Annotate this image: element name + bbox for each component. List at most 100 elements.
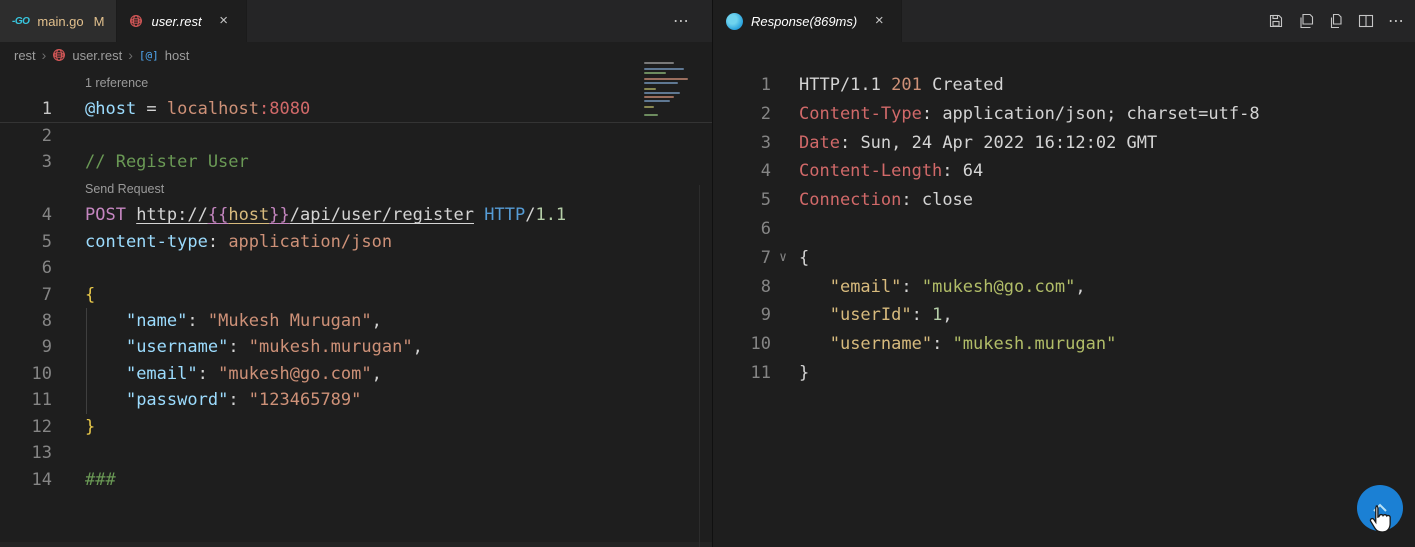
code-line-11[interactable]: 11 "password": "123465789" (0, 387, 712, 415)
code-line-8[interactable]: 8 "email": "mukesh@go.com", (714, 273, 1415, 302)
line-number: 10 (750, 334, 771, 355)
more-actions-icon[interactable]: ⋯ (673, 11, 702, 31)
save-icon[interactable] (1268, 13, 1284, 29)
fold-chevron-icon[interactable]: ∨ (775, 244, 791, 273)
globe-icon (130, 15, 143, 27)
line-number: 5 (41, 231, 52, 252)
code-text: @host = localhost:8080 (85, 99, 311, 120)
breadcrumb-item-symbol[interactable]: host (165, 48, 190, 63)
line-number: 8 (41, 310, 52, 331)
code-line-7[interactable]: 7 ∨ { (714, 244, 1415, 273)
response-editor[interactable]: 1 HTTP/1.1 201 Created 2 Content-Type: appl… (714, 42, 1415, 388)
horizontal-scrollbar[interactable] (0, 542, 712, 547)
breadcrumb-item-file[interactable]: user.rest (72, 48, 122, 63)
code-text: "email": "mukesh@go.com", (829, 276, 1086, 297)
code-line-10[interactable]: 10 "email": "mukesh@go.com", (0, 360, 712, 388)
tab-user-rest[interactable]: user.rest × (117, 0, 247, 42)
line-number: 14 (31, 469, 52, 490)
close-icon[interactable]: × (869, 11, 889, 31)
code-line-3[interactable]: 3 Date: Sun, 24 Apr 2022 16:12:02 GMT (714, 129, 1415, 158)
line-number: 12 (31, 416, 52, 437)
line-number-gutter (0, 70, 52, 96)
code-line-5[interactable]: 5 content-type: application/json (0, 229, 712, 255)
line-number: 1 (760, 75, 771, 95)
more-actions-icon[interactable]: ⋯ (1388, 11, 1405, 31)
breadcrumb: rest › user.rest › [@] host (0, 42, 712, 68)
codelens-link[interactable]: Send Request (0, 176, 712, 202)
codelens-link[interactable]: 1 reference (0, 70, 712, 96)
code-line-2[interactable]: 2 (0, 123, 712, 149)
fold-gutter (775, 157, 791, 186)
editor-actions-right: ⋯ (1268, 0, 1415, 42)
tab-label: user.rest (151, 13, 202, 29)
line-number: 5 (760, 190, 771, 211)
code-line-6[interactable]: 6 (714, 215, 1415, 244)
line-number: 3 (41, 152, 52, 173)
code-line-8[interactable]: 8 "name": "Mukesh Murugan", (0, 307, 712, 335)
go-file-icon: -GO (12, 15, 30, 27)
line-number: 9 (760, 305, 771, 326)
line-number: 11 (31, 390, 52, 411)
tab-label: Response(869ms) (751, 13, 858, 29)
fold-gutter (775, 273, 791, 302)
code-text: { (85, 284, 96, 305)
fold-gutter (775, 71, 791, 100)
fold-gutter (775, 359, 791, 388)
code-line-1[interactable]: 1 @host = localhost:8080 (0, 96, 712, 122)
code-line-2[interactable]: 2 Content-Type: application/json; charset… (714, 100, 1415, 129)
tab-main-go[interactable]: -GO main.go M (0, 0, 118, 42)
editor-group-left: -GO main.go M user.rest × ⋯ rest › user.… (0, 0, 713, 547)
code-line-9[interactable]: 9 "userId": 1, (714, 301, 1415, 330)
breadcrumb-separator: › (128, 47, 133, 63)
line-number: 13 (31, 443, 52, 464)
code-text: Date: Sun, 24 Apr 2022 16:12:02 GMT (799, 132, 1158, 153)
code-line-6[interactable]: 6 (0, 255, 712, 281)
code-line-4[interactable]: 4 Content-Length: 64 (714, 157, 1415, 186)
code-line-11[interactable]: 11} (714, 359, 1415, 388)
line-number: 8 (760, 276, 771, 297)
codelens-label: Send Request (85, 181, 165, 196)
code-text: } (85, 416, 96, 437)
symbol-variable-icon: [@] (138, 48, 159, 62)
code-text: "username": "mukesh.murugan" (829, 334, 1117, 355)
line-number: 7 (41, 284, 52, 305)
minimap[interactable] (640, 60, 696, 134)
editor-actions-left: ⋯ (673, 0, 712, 42)
code-text: } (799, 362, 810, 383)
line-number: 2 (41, 125, 52, 146)
line-number: 7 (760, 247, 771, 268)
code-line-1[interactable]: 1 HTTP/1.1 201 Created (714, 71, 1415, 100)
code-text: Content-Length: 64 (799, 161, 984, 182)
line-number-gutter (0, 176, 52, 202)
code-line-9[interactable]: 9 "username": "mukesh.murugan", (0, 334, 712, 362)
save-all-icon[interactable] (1298, 13, 1314, 29)
split-editor-icon[interactable] (1358, 13, 1374, 29)
line-number: 1 (41, 99, 52, 120)
copy-icon[interactable] (1328, 13, 1344, 29)
line-number: 2 (760, 103, 771, 124)
line-number: 9 (41, 337, 52, 358)
line-number: 6 (41, 258, 52, 279)
code-line-10[interactable]: 10 "username": "mukesh.murugan" (714, 330, 1415, 359)
code-line-12[interactable]: 12} (0, 414, 712, 440)
code-line-4[interactable]: 4 POST http://{{host}}/api/user/register … (0, 202, 712, 228)
fold-gutter (775, 301, 791, 330)
tab-response[interactable]: Response(869ms) × (714, 0, 903, 42)
rest-file-editor[interactable]: 1 reference 1 @host = localhost:8080 2 3 // R… (0, 68, 712, 493)
code-line-13[interactable]: 13 (0, 440, 712, 466)
close-icon[interactable]: × (214, 11, 234, 31)
code-text: POST http://{{host}}/api/user/register H… (85, 205, 567, 226)
breadcrumb-item-rest[interactable]: rest (14, 48, 36, 63)
code-line-3[interactable]: 3 // Register User (0, 149, 712, 175)
fold-gutter (775, 330, 791, 359)
editor-group-right: Response(869ms) × ⋯ 1 HTTP/1.1 201 Creat… (714, 0, 1415, 547)
tab-label: main.go (37, 13, 84, 29)
code-text: "name": "Mukesh Murugan", (125, 310, 382, 331)
line-number: 3 (760, 132, 771, 153)
code-line-14[interactable]: 14 ### (0, 467, 712, 493)
fold-gutter (775, 215, 791, 244)
code-line-5[interactable]: 5 Connection: close (714, 186, 1415, 215)
code-line-7[interactable]: 7{ (0, 282, 712, 308)
line-number: 10 (31, 363, 52, 384)
